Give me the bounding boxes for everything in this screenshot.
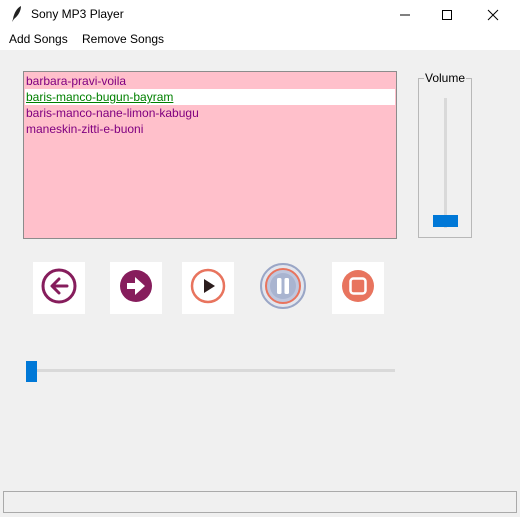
- title-bar: Sony MP3 Player: [0, 0, 520, 30]
- back-button[interactable]: [33, 262, 85, 314]
- stop-icon: [338, 266, 378, 311]
- close-button[interactable]: [470, 0, 516, 30]
- pause-button[interactable]: [257, 262, 309, 314]
- play-icon: [188, 266, 228, 311]
- playlist-item[interactable]: barbara-pravi-voila: [25, 73, 395, 89]
- back-icon: [39, 266, 79, 311]
- seek-slider-track[interactable]: [27, 369, 395, 372]
- menu-remove-songs[interactable]: Remove Songs: [82, 32, 164, 46]
- status-bar: [3, 491, 517, 513]
- minimize-button[interactable]: [382, 0, 428, 30]
- play-button[interactable]: [182, 262, 234, 314]
- volume-slider-handle[interactable]: [433, 215, 458, 227]
- playlist-item-selected[interactable]: baris-manco-bugun-bayram: [25, 89, 395, 105]
- volume-label: Volume: [424, 71, 467, 85]
- playlist-box[interactable]: barbara-pravi-voila baris-manco-bugun-ba…: [23, 71, 397, 239]
- maximize-button[interactable]: [424, 0, 470, 30]
- playlist-item[interactable]: maneskin-zitti-e-buoni: [25, 121, 395, 137]
- playlist-item[interactable]: baris-manco-nane-limon-kabugu: [25, 105, 395, 121]
- app-window: Sony MP3 Player Add Songs Remove Songs b…: [0, 0, 520, 517]
- seek-slider-handle[interactable]: [26, 361, 37, 382]
- menu-add-songs[interactable]: Add Songs: [9, 32, 68, 46]
- volume-slider-track[interactable]: [444, 98, 447, 228]
- pause-icon: [259, 262, 307, 315]
- forward-button[interactable]: [110, 262, 162, 314]
- stop-button[interactable]: [332, 262, 384, 314]
- forward-icon: [116, 266, 156, 311]
- window-title: Sony MP3 Player: [31, 7, 124, 21]
- feather-icon: [9, 5, 25, 23]
- menu-bar: Add Songs Remove Songs: [0, 30, 520, 50]
